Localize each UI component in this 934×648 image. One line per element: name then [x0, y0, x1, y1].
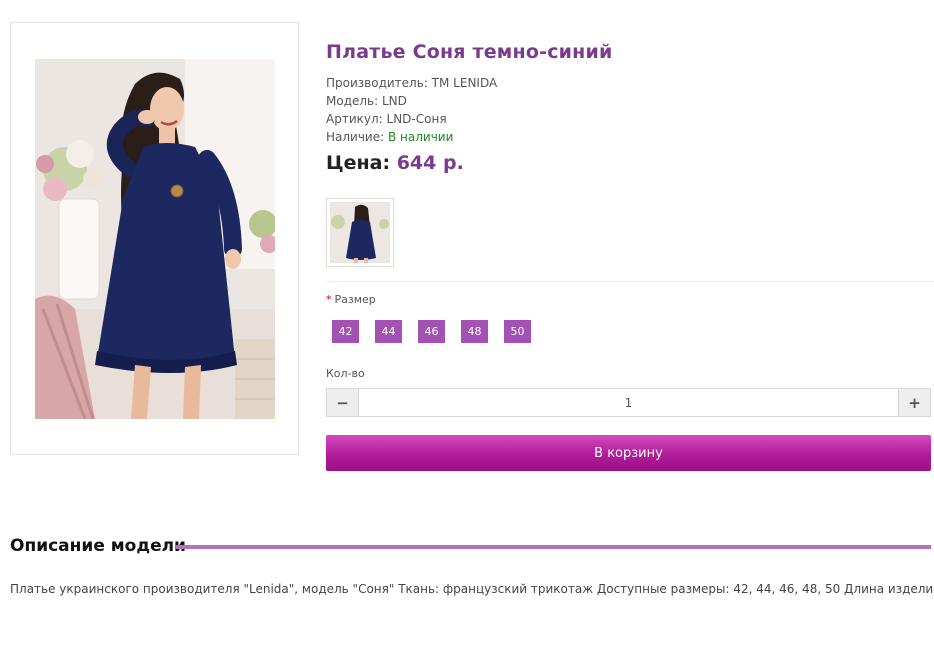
quantity-increase-button[interactable]: +: [898, 389, 930, 416]
size-option-48[interactable]: 48: [461, 320, 488, 343]
description-text: Платье украинского производителя "Lenida…: [10, 582, 934, 596]
model-row: Модель: LND: [326, 92, 497, 110]
thumbnail-photo: [330, 202, 390, 263]
minus-icon: −: [336, 393, 349, 412]
manufacturer-value[interactable]: TM LENIDA: [432, 76, 498, 90]
quantity-input[interactable]: [359, 389, 898, 416]
plus-icon: +: [908, 393, 921, 412]
sku-row: Артикул: LND-Соня: [326, 110, 497, 128]
options-divider: [326, 281, 934, 282]
price: Цена: 644 р.: [326, 152, 464, 174]
product-meta: Производитель: TM LENIDA Модель: LND Арт…: [326, 74, 497, 146]
availability-row: Наличие: В наличии: [326, 128, 497, 146]
main-image-frame[interactable]: [10, 22, 299, 455]
manufacturer-row: Производитель: TM LENIDA: [326, 74, 497, 92]
product-title: Платье Соня темно-синий: [326, 41, 613, 63]
quantity-label: Кол-во: [326, 367, 365, 380]
manufacturer-label: Производитель:: [326, 76, 428, 90]
product-thumbnail[interactable]: [326, 198, 394, 267]
sku-label: Артикул:: [326, 112, 383, 126]
quantity-decrease-button[interactable]: −: [327, 389, 359, 416]
size-option-46[interactable]: 46: [418, 320, 445, 343]
price-label: Цена:: [326, 152, 391, 174]
add-to-cart-button[interactable]: В корзину: [326, 435, 931, 471]
model-value: LND: [382, 94, 407, 108]
description-heading-rule: [176, 545, 931, 549]
description-heading: Описание модели: [10, 536, 186, 556]
sku-value: LND-Соня: [386, 112, 447, 126]
size-option-44[interactable]: 44: [375, 320, 402, 343]
size-options: 42 44 46 48 50: [332, 320, 547, 343]
product-photo-graphic: [35, 59, 275, 419]
size-label-text: Размер: [334, 293, 376, 306]
quantity-stepper: − +: [326, 388, 931, 417]
thumbnail-graphic: [330, 202, 390, 263]
size-option-42[interactable]: 42: [332, 320, 359, 343]
availability-value: В наличии: [388, 130, 454, 144]
product-photo[interactable]: [35, 59, 275, 419]
price-value: 644 р.: [396, 152, 464, 174]
size-label: * Размер: [326, 293, 376, 306]
model-label: Модель:: [326, 94, 379, 108]
required-marker: *: [326, 293, 332, 306]
size-option-50[interactable]: 50: [504, 320, 531, 343]
availability-label: Наличие:: [326, 130, 385, 144]
